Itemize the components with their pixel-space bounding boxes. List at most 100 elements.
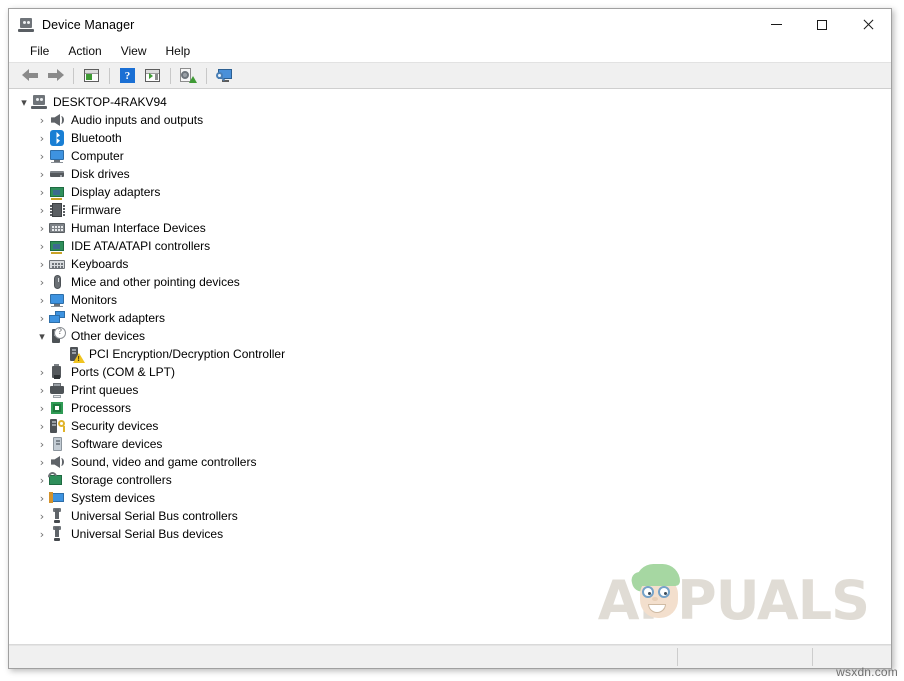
- tree-item-processors[interactable]: › Processors: [9, 399, 891, 417]
- tree-item-keyboards[interactable]: › Keyboards: [9, 255, 891, 273]
- chevron-right-icon[interactable]: ›: [35, 525, 49, 543]
- chevron-right-icon[interactable]: ›: [35, 165, 49, 183]
- tree-item-ports-com-and-lpt[interactable]: › Ports (COM & LPT): [9, 363, 891, 381]
- appuals-mascot-icon: [629, 564, 686, 622]
- tree-item-label: IDE ATA/ATAPI controllers: [71, 239, 211, 253]
- chevron-right-icon[interactable]: ›: [35, 237, 49, 255]
- status-bar: [9, 645, 891, 668]
- menu-file[interactable]: File: [22, 42, 58, 60]
- device-manager-window: Device Manager File Action View Help ? ▾…: [8, 8, 892, 669]
- ide-controller-icon: [49, 238, 65, 254]
- help-icon: ?: [120, 68, 135, 83]
- monitor-icon: [49, 148, 65, 164]
- tree-item-monitors[interactable]: › Monitors: [9, 291, 891, 309]
- menu-view[interactable]: View: [113, 42, 156, 60]
- chevron-right-icon[interactable]: ›: [35, 435, 49, 453]
- tree-item-software-devices[interactable]: › Software devices: [9, 435, 891, 453]
- tree-item-label: Other devices: [71, 329, 146, 343]
- update-driver-button[interactable]: [176, 65, 201, 87]
- chevron-right-icon[interactable]: ›: [35, 255, 49, 273]
- chevron-right-icon[interactable]: ›: [35, 507, 49, 525]
- toolbar-separator: [109, 67, 110, 84]
- computer-icon: [31, 94, 47, 110]
- tree-item-display-adapters[interactable]: › Display adapters: [9, 183, 891, 201]
- tree-item-label: System devices: [71, 491, 156, 505]
- tree-item-storage-controllers[interactable]: › Storage controllers: [9, 470, 891, 489]
- tree-item-label: Network adapters: [71, 311, 166, 325]
- tree-item-human-interface-devices[interactable]: › Human Interface Devices: [9, 219, 891, 237]
- network-adapter-icon: [49, 310, 65, 326]
- chevron-right-icon[interactable]: ›: [35, 399, 49, 417]
- tree-item-label: Storage controllers: [71, 473, 172, 487]
- speaker-icon: [49, 112, 65, 128]
- toolbar-separator: [206, 67, 207, 84]
- tree-item-bluetooth[interactable]: › Bluetooth: [9, 129, 891, 147]
- tree-item-mice-and-other-pointing-devices[interactable]: › Mice and other pointing devices: [9, 273, 891, 291]
- update-driver-icon: [180, 68, 197, 83]
- scan-for-hardware-changes-button[interactable]: [212, 65, 237, 87]
- title-bar: Device Manager: [9, 9, 891, 40]
- forward-button[interactable]: [43, 65, 68, 87]
- maximize-button[interactable]: [799, 9, 845, 40]
- tree-item-pci-encryption-decryption-controller[interactable]: › PCI Encryption/Decryption Controller: [9, 345, 891, 363]
- tree-item-network-adapters[interactable]: › Network adapters: [9, 309, 891, 327]
- tree-item-firmware[interactable]: › Firmware: [9, 201, 891, 219]
- chevron-down-icon[interactable]: ▾: [17, 93, 31, 111]
- menu-bar: File Action View Help: [9, 40, 891, 62]
- chevron-right-icon[interactable]: ›: [35, 363, 49, 381]
- chevron-right-icon[interactable]: ›: [35, 111, 49, 129]
- status-segment-2: [678, 646, 812, 668]
- chevron-right-icon[interactable]: ›: [35, 147, 49, 165]
- tree-item-security-devices[interactable]: › Security devices: [9, 417, 891, 435]
- help-button[interactable]: ?: [115, 65, 140, 87]
- tree-item-label: Monitors: [71, 293, 118, 307]
- tree-item-label: Processors: [71, 401, 132, 415]
- tree-item-label: Keyboards: [71, 257, 129, 271]
- hid-icon: [49, 220, 65, 236]
- tree-item-computer[interactable]: › Computer: [9, 147, 891, 165]
- chevron-right-icon[interactable]: ›: [35, 129, 49, 147]
- minimize-button[interactable]: [753, 9, 799, 40]
- tree-item-label: Ports (COM & LPT): [71, 365, 176, 379]
- chevron-right-icon[interactable]: ›: [35, 201, 49, 219]
- menu-help[interactable]: Help: [158, 42, 200, 60]
- chevron-right-icon[interactable]: ›: [35, 291, 49, 309]
- usb-icon: [49, 526, 65, 542]
- chevron-right-icon[interactable]: ›: [35, 309, 49, 327]
- tree-item-root[interactable]: ▾ DESKTOP-4RAKV94: [9, 93, 891, 111]
- tree-item-label: Human Interface Devices: [71, 221, 206, 235]
- close-button[interactable]: [845, 9, 891, 40]
- tree-item-print-queues[interactable]: › Print queues: [9, 381, 891, 399]
- tree-item-other-devices[interactable]: ▾ ? Other devices: [9, 327, 891, 345]
- tree-item-label: Computer: [71, 149, 124, 163]
- chevron-right-icon[interactable]: ›: [35, 219, 49, 237]
- tree-item-audio-inputs-and-outputs[interactable]: › Audio inputs and outputs: [9, 111, 891, 129]
- chevron-right-icon[interactable]: ›: [35, 471, 49, 489]
- chevron-right-icon[interactable]: ›: [35, 183, 49, 201]
- chevron-right-icon[interactable]: ›: [35, 489, 49, 507]
- tree-item-universal-serial-bus-controllers[interactable]: › Universal Serial Bus controllers: [9, 507, 891, 525]
- device-tree[interactable]: ▾ DESKTOP-4RAKV94 › Audio inputs and out…: [9, 89, 891, 645]
- toolbar-separator: [73, 67, 74, 84]
- tree-item-universal-serial-bus-devices[interactable]: › Universal Serial Bus devices: [9, 525, 891, 543]
- properties-button[interactable]: [140, 65, 165, 87]
- tree-item-sound-video-and-game-controllers[interactable]: › Sound, video and game controllers: [9, 453, 891, 471]
- tree-item-ide-ata-atapi-controllers[interactable]: › IDE ATA/ATAPI controllers: [9, 237, 891, 255]
- chevron-right-icon[interactable]: ›: [35, 273, 49, 291]
- display-adapter-icon: [49, 184, 65, 200]
- bluetooth-icon: [49, 130, 65, 146]
- firmware-chip-icon: [49, 202, 65, 218]
- menu-action[interactable]: Action: [60, 42, 110, 60]
- back-button[interactable]: [18, 65, 43, 87]
- chevron-right-icon[interactable]: ›: [35, 417, 49, 435]
- chevron-right-icon[interactable]: ›: [35, 381, 49, 399]
- watermark-text: APPUALS: [597, 569, 870, 632]
- chevron-down-icon[interactable]: ▾: [35, 327, 49, 345]
- show-hide-console-tree-button[interactable]: [79, 65, 104, 87]
- appuals-watermark: APPUALS: [597, 564, 870, 632]
- mouse-icon: [49, 274, 65, 290]
- tree-item-disk-drives[interactable]: › Disk drives: [9, 165, 891, 183]
- tree-item-label: Universal Serial Bus controllers: [71, 509, 238, 523]
- tree-item-system-devices[interactable]: › System devices: [9, 489, 891, 507]
- chevron-right-icon[interactable]: ›: [35, 453, 49, 471]
